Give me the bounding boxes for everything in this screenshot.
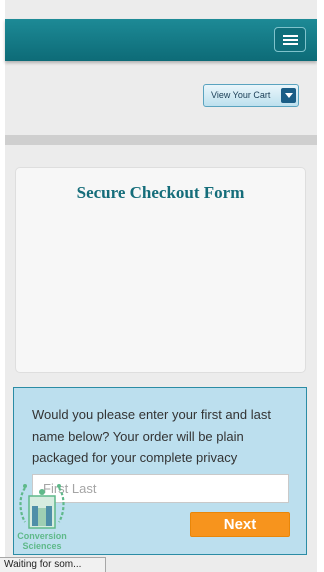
logo-line-1: Conversion: [17, 531, 67, 541]
browser-status-bar: Waiting for som...: [0, 557, 106, 572]
menu-line: [283, 35, 298, 37]
menu-line: [283, 39, 298, 41]
form-title: Secure Checkout Form: [76, 183, 245, 202]
checkout-form-card: Secure Checkout Form: [15, 167, 306, 373]
chevron-down-icon: [281, 88, 296, 103]
view-cart-label: View Your Cart: [211, 90, 271, 100]
conversion-sciences-logo: Conversion Sciences: [11, 478, 73, 552]
divider-band: [5, 135, 317, 145]
lab-flask-icon: [19, 484, 65, 529]
menu-line: [283, 43, 298, 45]
top-header-bar: [5, 19, 317, 61]
scrollbar-gutter: [317, 0, 324, 572]
hamburger-menu-icon[interactable]: [274, 27, 306, 52]
logo-line-2: Sciences: [22, 541, 62, 551]
next-button[interactable]: Next: [190, 512, 290, 537]
privacy-message: Would you please enter your first and la…: [32, 407, 271, 465]
view-cart-button[interactable]: View Your Cart: [203, 84, 299, 107]
